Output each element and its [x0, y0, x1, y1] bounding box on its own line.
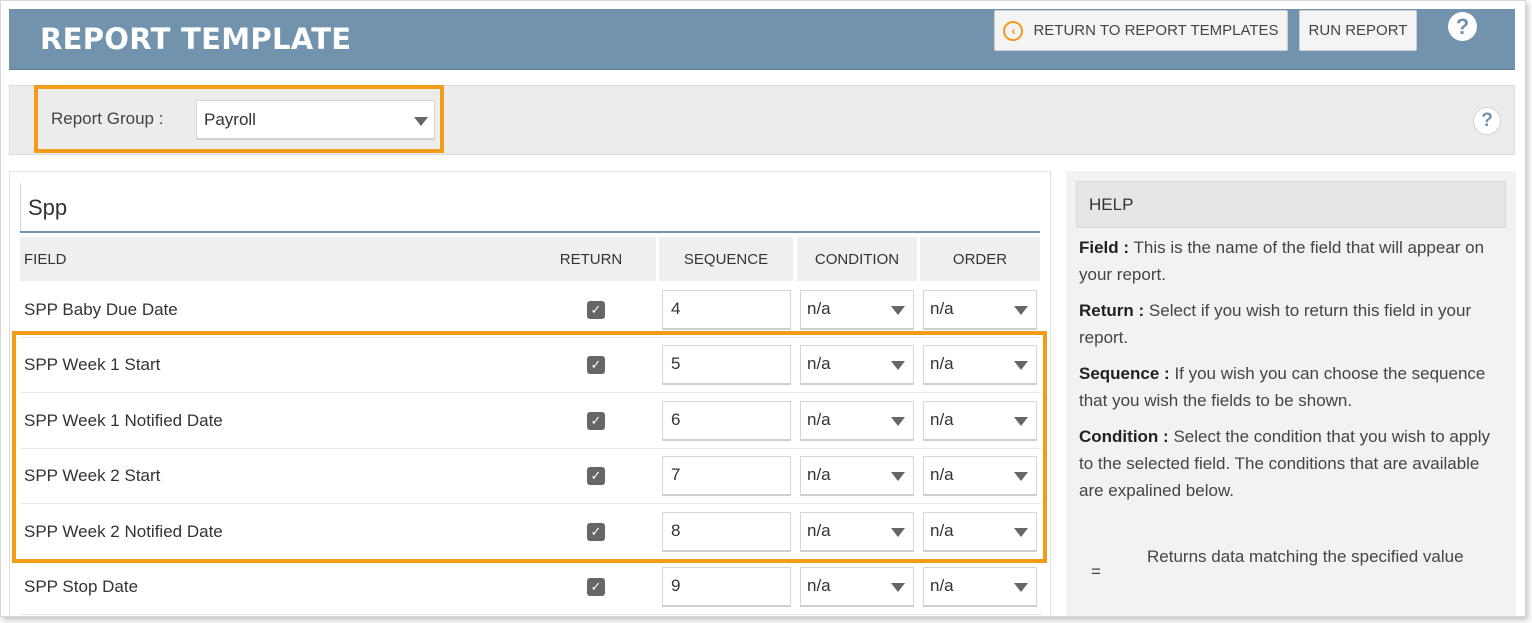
column-header-return: RETURN — [541, 237, 641, 281]
help-item-field: Field : This is the name of the field th… — [1079, 234, 1499, 288]
order-select[interactable]: n/a — [923, 290, 1037, 330]
order-select[interactable]: n/a — [923, 567, 1037, 607]
help-item-sequence: Sequence : If you wish you can choose th… — [1079, 360, 1499, 414]
title-bar: REPORT TEMPLATE — [9, 9, 1515, 70]
rows-highlight — [12, 331, 1047, 563]
condition-select[interactable]: n/a — [800, 567, 914, 607]
field-name: SPP Baby Due Date — [24, 300, 178, 319]
report-group-highlight — [34, 85, 444, 153]
help-icon[interactable]: ? — [1448, 12, 1477, 41]
return-checkbox[interactable]: ✓ — [587, 301, 605, 319]
help-item-return: Return : Select if you wish to return th… — [1079, 297, 1499, 351]
order-value: n/a — [930, 299, 954, 318]
column-header-sequence-label: SEQUENCE — [683, 250, 769, 268]
return-to-templates-button[interactable]: ‹ RETURN TO REPORT TEMPLATES — [994, 10, 1288, 51]
caret-down-icon — [1014, 306, 1028, 315]
caret-down-icon — [891, 306, 905, 315]
field-name: SPP Stop Date — [24, 577, 139, 596]
column-header-condition-label: CONDITION — [814, 250, 900, 268]
help-term: Sequence : — [1079, 364, 1170, 383]
help-term: Return : — [1079, 301, 1145, 320]
order-value: n/a — [930, 576, 954, 595]
sequence-input[interactable]: 9 — [662, 567, 791, 607]
run-report-button[interactable]: RUN REPORT — [1299, 10, 1417, 51]
condition-value: n/a — [807, 576, 831, 595]
section-title: Spp — [28, 195, 68, 220]
column-header-return-label: RETURN — [559, 250, 623, 268]
return-button-label: RETURN TO REPORT TEMPLATES — [1033, 22, 1279, 39]
column-header-condition: CONDITION — [797, 237, 917, 281]
condition-description: Returns data matching the specified valu… — [1147, 547, 1464, 566]
return-checkbox[interactable]: ✓ — [587, 578, 605, 596]
column-header-field-label: FIELD — [24, 250, 67, 268]
help-term: Field : — [1079, 238, 1130, 257]
help-heading: HELP — [1076, 181, 1506, 228]
help-item-condition: Condition : Select the condition that yo… — [1079, 423, 1499, 504]
condition-select[interactable]: n/a — [800, 290, 914, 330]
section-divider — [20, 183, 21, 231]
condition-value: n/a — [807, 299, 831, 318]
sequence-input[interactable]: 4 — [662, 290, 791, 330]
help-text: This is the name of the field that will … — [1079, 238, 1485, 284]
page-title: REPORT TEMPLATE — [40, 22, 352, 56]
condition-symbol: = — [1091, 562, 1101, 581]
window-frame: REPORT TEMPLATE ‹ RETURN TO REPORT TEMPL… — [0, 0, 1526, 617]
column-header-sequence: SEQUENCE — [659, 237, 793, 281]
chevron-left-icon: ‹ — [1003, 20, 1024, 41]
section-underline — [20, 231, 1040, 233]
caret-down-icon — [891, 583, 905, 592]
group-help-icon[interactable]: ? — [1473, 107, 1501, 135]
row-divider — [20, 614, 1042, 615]
help-term: Condition : — [1079, 427, 1169, 446]
column-header-order: ORDER — [920, 237, 1040, 281]
column-header-order-label: ORDER — [952, 250, 1008, 268]
caret-down-icon — [1014, 583, 1028, 592]
